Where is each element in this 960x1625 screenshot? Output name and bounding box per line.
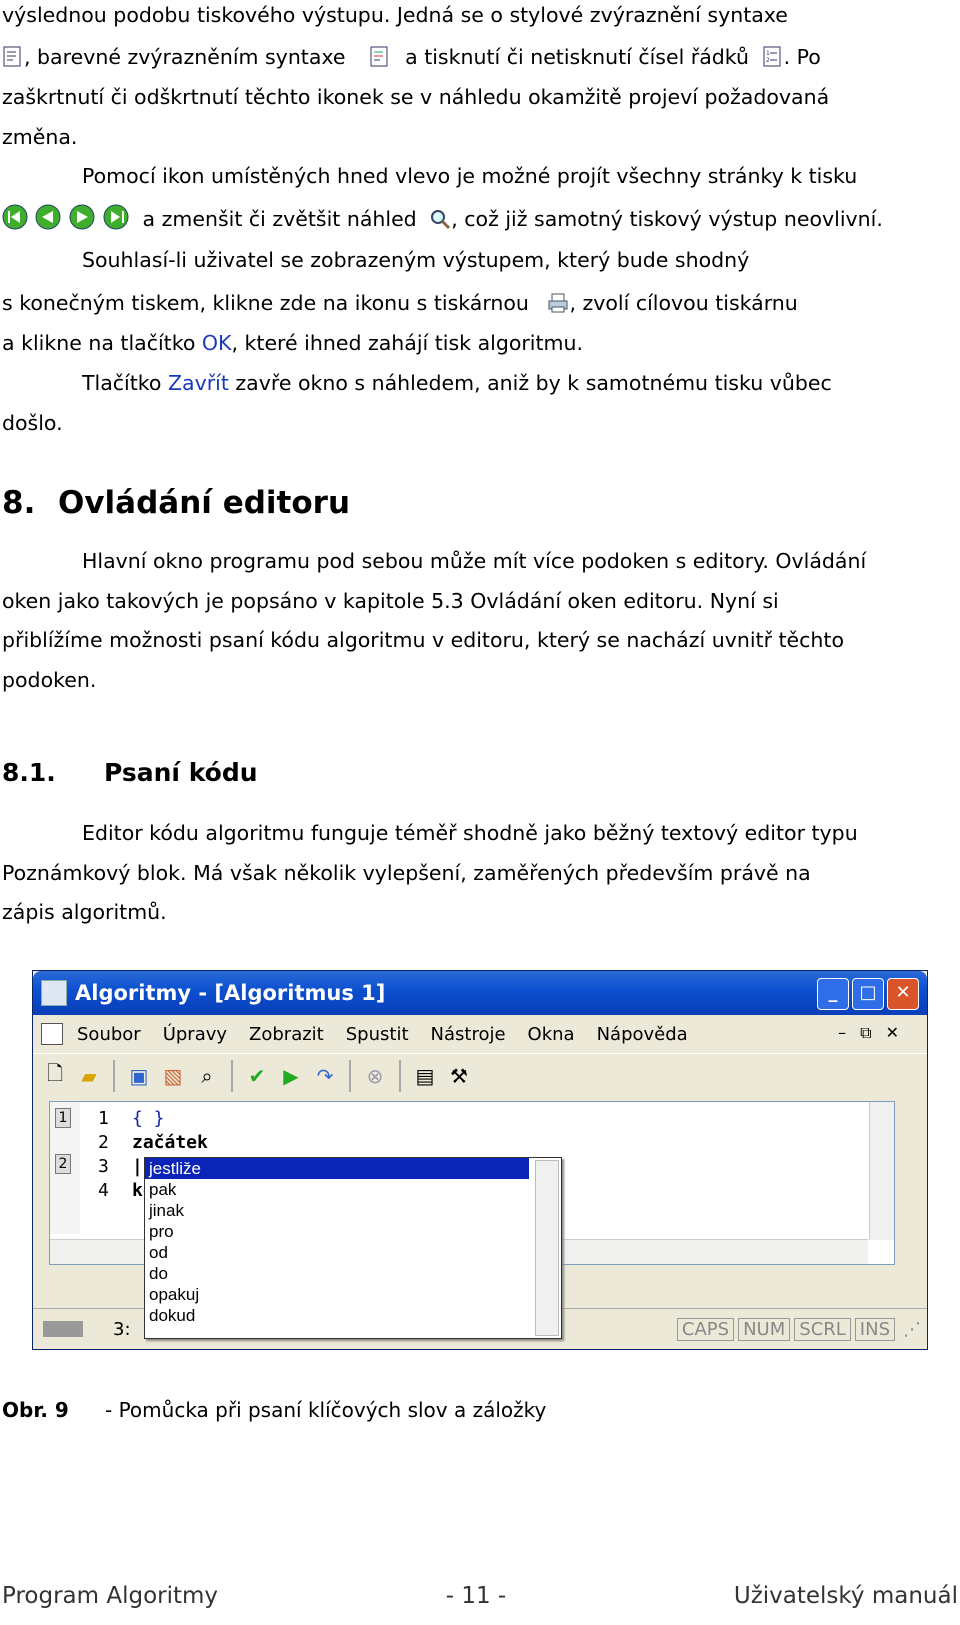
syntax-style-icon[interactable] — [2, 46, 24, 68]
text-line: zápis algoritmů. — [2, 900, 167, 924]
code-line: { } — [132, 1108, 165, 1129]
line-number: 1 — [98, 1108, 109, 1129]
ok-button-ref: OK — [201, 331, 232, 355]
maximize-button[interactable]: □ — [852, 978, 884, 1010]
cursor-position: 3: — [113, 1318, 131, 1340]
text-line: a zmenšit či zvětšit náhled , což již sa… — [2, 204, 958, 234]
text-line: Poznámkový blok. Má však několik vylepše… — [2, 861, 811, 885]
list-scrollbar[interactable] — [535, 1160, 559, 1336]
footer-left: Program Algoritmy — [2, 1583, 219, 1609]
menu-okna[interactable]: Okna — [528, 1024, 575, 1045]
list-item[interactable]: pro — [145, 1221, 529, 1242]
save-all-icon[interactable]: ▧ — [159, 1062, 187, 1090]
modified-indicator — [43, 1321, 83, 1337]
last-page-icon — [103, 204, 129, 230]
properties-icon[interactable]: ▤ — [411, 1062, 439, 1090]
text-line: Souhlasí-li uživatel se zobrazeným výstu… — [82, 248, 750, 272]
printer-icon[interactable] — [547, 292, 569, 314]
list-item[interactable]: opakuj — [145, 1284, 529, 1305]
text-line: změna. — [2, 125, 78, 149]
figure-caption: Obr. 9- Pomůcka při psaní klíčových slov… — [2, 1398, 547, 1422]
run-icon[interactable]: ▶ — [277, 1062, 305, 1090]
step-icon[interactable]: ↷ — [311, 1062, 339, 1090]
toolbar: 🗋 ▰ ▣ ▧ ⌕ ✔ ▶ ↷ ⊗ ▤ ⚒ — [33, 1053, 927, 1098]
text-cursor: | — [132, 1156, 143, 1177]
ins-indicator: INS — [854, 1317, 895, 1341]
list-item[interactable]: jinak — [145, 1200, 529, 1221]
vertical-scrollbar[interactable] — [869, 1102, 894, 1240]
tools-icon[interactable]: ⚒ — [445, 1062, 473, 1090]
caps-indicator: CAPS — [676, 1317, 735, 1341]
app-icon — [41, 980, 67, 1006]
text-line: výslednou podobu tiskového výstupu. Jedn… — [2, 3, 788, 27]
line-number: 2 — [98, 1132, 109, 1153]
stop-icon[interactable]: ⊗ — [361, 1062, 389, 1090]
menu-soubor[interactable]: Soubor — [77, 1024, 141, 1045]
bookmark-marker[interactable]: 1 — [55, 1108, 71, 1128]
svg-text:1: 1 — [766, 50, 770, 57]
resize-grip[interactable]: ⋰ — [903, 1319, 921, 1340]
text-line: oken jako takových je popsáno v kapitole… — [2, 589, 779, 613]
text-line: Pomocí ikon umístěných hned vlevo je mož… — [82, 164, 858, 188]
text-line: a klikne na tlačítko OK, které ihned zah… — [2, 331, 584, 355]
previous-page-icon — [35, 204, 61, 230]
save-icon[interactable]: ▣ — [125, 1062, 153, 1090]
line-number: 4 — [98, 1180, 109, 1201]
minimize-button[interactable]: _ — [817, 978, 849, 1010]
color-syntax-icon[interactable] — [369, 46, 391, 68]
text-line: zaškrtnutí či odškrtnutí těchto ikonek s… — [2, 85, 830, 109]
list-item[interactable]: od — [145, 1242, 529, 1263]
new-file-icon[interactable]: 🗋 — [41, 1061, 69, 1090]
next-page-icon — [69, 204, 95, 230]
text-line: Hlavní okno programu pod sebou může mít … — [82, 549, 867, 573]
page-number: - 11 - — [445, 1583, 507, 1609]
code-line: začátek — [132, 1132, 208, 1153]
keyword-autocomplete-list[interactable]: jestliže pak jinak pro od do opakuj doku… — [144, 1157, 562, 1339]
text-line: , barevné zvýrazněním syntaxe a tisknutí… — [2, 42, 958, 72]
menu-napoveda[interactable]: Nápověda — [597, 1024, 688, 1045]
text-line: podoken. — [2, 668, 97, 692]
text-line: Tlačítko Zavřít zavře okno s náhledem, a… — [82, 371, 832, 395]
subsection-heading: 8.1. Psaní kódu — [2, 758, 258, 787]
line-numbers-icon[interactable]: 12 — [762, 46, 784, 68]
print-preview-icon[interactable]: ⌕ — [193, 1062, 221, 1090]
svg-text:2: 2 — [766, 57, 770, 64]
close-button[interactable]: ✕ — [887, 978, 919, 1010]
menu-bar: Soubor Úpravy Zobrazit Spustit Nástroje … — [33, 1015, 927, 1053]
menu-zobrazit[interactable]: Zobrazit — [249, 1024, 324, 1045]
zoom-icon[interactable] — [429, 208, 451, 230]
list-item[interactable]: do — [145, 1263, 529, 1284]
page-footer: Program Algoritmy - 11 - Uživatelský man… — [2, 1583, 958, 1609]
list-item[interactable]: dokud — [145, 1305, 529, 1326]
title-bar: Algoritmy - [Algoritmus 1] _ □ ✕ — [33, 971, 927, 1015]
bookmark-marker[interactable]: 2 — [55, 1154, 71, 1174]
num-indicator: NUM — [738, 1317, 791, 1341]
close-button-ref: Zavřít — [167, 371, 229, 395]
line-number: 3 — [98, 1156, 109, 1177]
page-navigation-icons — [2, 204, 132, 238]
first-page-icon — [2, 204, 28, 230]
menu-spustit[interactable]: Spustit — [346, 1024, 409, 1045]
document-icon — [41, 1023, 63, 1045]
open-folder-icon[interactable]: ▰ — [75, 1062, 103, 1090]
menu-nastroje[interactable]: Nástroje — [431, 1024, 506, 1045]
window-title: Algoritmy - [Algoritmus 1] — [75, 981, 386, 1005]
list-item[interactable]: pak — [145, 1179, 529, 1200]
check-icon[interactable]: ✔ — [243, 1062, 271, 1090]
footer-right: Uživatelský manuál — [733, 1583, 958, 1609]
scrl-indicator: SCRL — [794, 1317, 851, 1341]
text-line: s konečným tiskem, klikne zde na ikonu s… — [2, 291, 798, 315]
mdi-controls[interactable]: –⧉✕ — [838, 1023, 913, 1043]
list-item[interactable]: jestliže — [145, 1158, 529, 1179]
text-line: došlo. — [2, 411, 63, 435]
section-heading: 8. Ovládání editoru — [2, 485, 351, 521]
text-line: přiblížíme možnosti psaní kódu algoritmu… — [2, 628, 845, 652]
menu-upravy[interactable]: Úpravy — [163, 1024, 227, 1045]
text-line: Editor kódu algoritmu funguje téměř shod… — [82, 821, 858, 845]
